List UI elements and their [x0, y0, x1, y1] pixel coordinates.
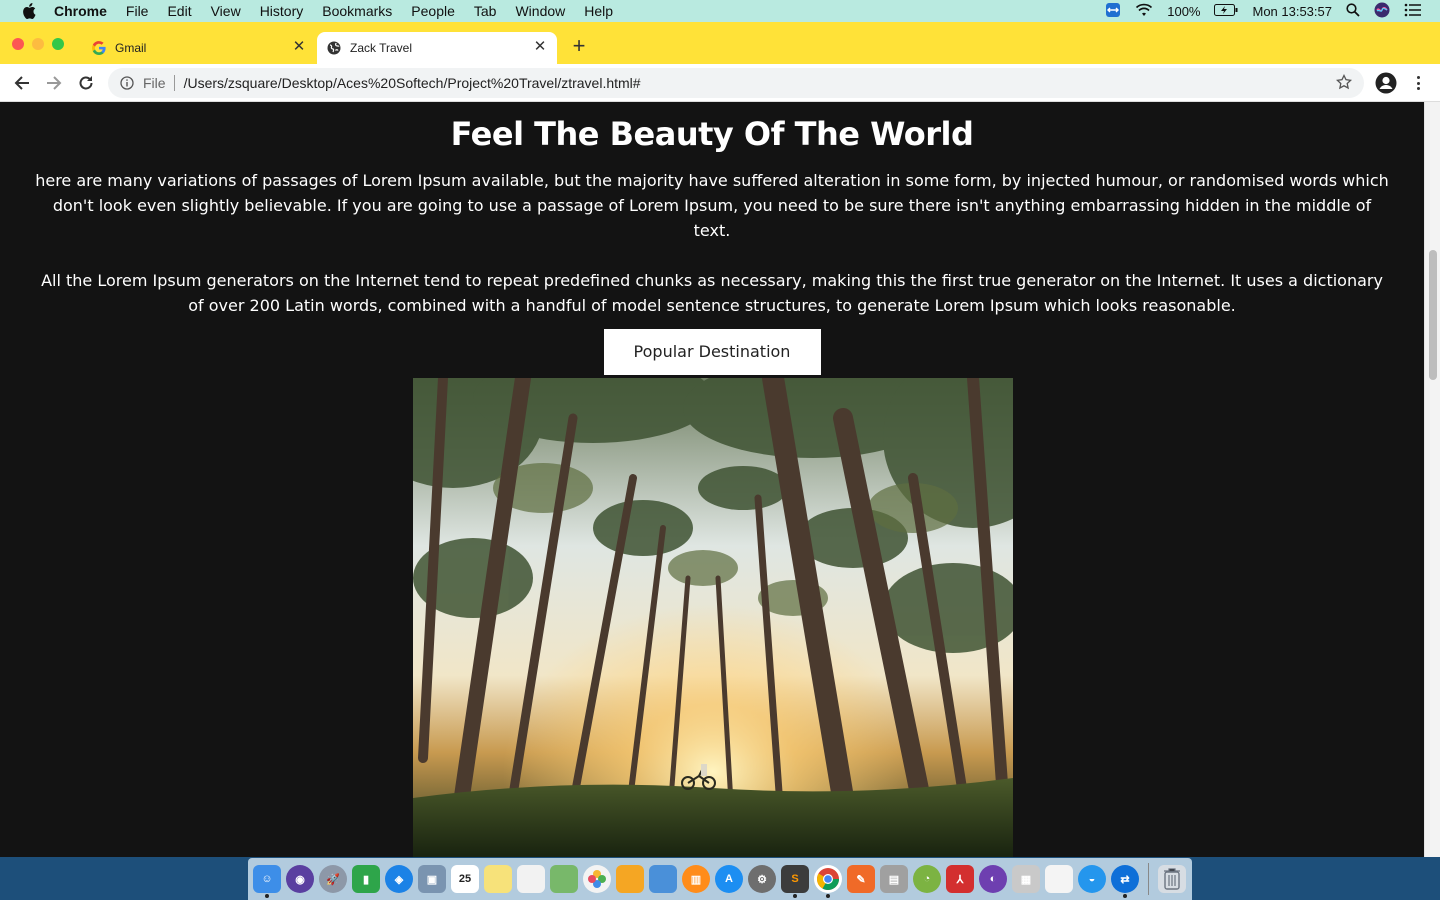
- finder-icon[interactable]: ☺: [253, 865, 281, 898]
- android-studio-icon[interactable]: ◔: [913, 865, 941, 893]
- archive-icon[interactable]: ▦: [1012, 865, 1040, 893]
- dock-divider: [1148, 863, 1149, 895]
- teamviewer-status-icon[interactable]: [1105, 2, 1121, 21]
- wifi-icon[interactable]: [1135, 3, 1153, 20]
- menu-file[interactable]: File: [126, 3, 149, 19]
- battery-percent: 100%: [1167, 3, 1201, 19]
- calendar-icon[interactable]: 25: [451, 865, 479, 893]
- new-tab-plus-icon[interactable]: +: [570, 35, 588, 57]
- macos-menubar: Chrome File Edit View History Bookmarks …: [0, 0, 1440, 22]
- safari-icon[interactable]: ◈: [385, 865, 413, 893]
- numbers-icon[interactable]: ▮: [352, 865, 380, 893]
- intro-paragraph: here are many variations of passages of …: [35, 171, 1389, 240]
- menu-window[interactable]: Window: [515, 3, 565, 19]
- apple-icon[interactable]: [20, 2, 38, 20]
- sublime-text-icon[interactable]: S: [781, 865, 809, 898]
- minimize-window-button[interactable]: [32, 38, 44, 50]
- notes-icon[interactable]: [484, 865, 512, 893]
- github-icon[interactable]: ◐: [979, 865, 1007, 893]
- reload-icon[interactable]: [76, 73, 96, 93]
- reminders-icon[interactable]: [517, 865, 545, 893]
- menu-view[interactable]: View: [211, 3, 241, 19]
- popular-destination-button[interactable]: Popular Destination: [603, 329, 821, 375]
- close-tab-icon[interactable]: ✕: [533, 39, 547, 54]
- google-icon: [91, 40, 107, 56]
- divider: [173, 75, 175, 91]
- url-scheme: File: [143, 75, 166, 91]
- forest-photo: [413, 378, 1013, 857]
- page-scrollbar[interactable]: [1424, 102, 1440, 857]
- second-paragraph: All the Lorem Ipsum generators on the In…: [41, 271, 1383, 315]
- books-icon[interactable]: ▥: [682, 865, 710, 893]
- menu-tab[interactable]: Tab: [474, 3, 497, 19]
- launchpad-icon[interactable]: 🚀: [319, 865, 347, 893]
- macos-dock: ☺ ◉ 🚀 ▮ ◈ ▣ 25 ▥ A ⚙ S ✎ ▤ ◔ ⅄ ◐ ▦ ◒ ⇄: [248, 858, 1192, 900]
- docker-icon[interactable]: ◒: [1078, 865, 1106, 893]
- back-arrow-icon[interactable]: [12, 73, 32, 93]
- tab-title: Zack Travel: [350, 41, 413, 55]
- forward-arrow-icon[interactable]: [44, 73, 64, 93]
- address-bar[interactable]: File /Users/zsquare/Desktop/Aces%20Softe…: [108, 68, 1364, 98]
- siri-icon[interactable]: [1374, 2, 1390, 21]
- tab-title: Gmail: [115, 41, 147, 55]
- web-page: Feel The Beauty Of The World here are ma…: [0, 102, 1424, 857]
- preview-icon[interactable]: ▣: [418, 865, 446, 893]
- tab-gmail[interactable]: Gmail ✕: [82, 32, 316, 64]
- globe-icon: [326, 40, 342, 56]
- keynote-icon[interactable]: [649, 865, 677, 893]
- calendar-day: 25: [458, 873, 472, 885]
- photos-icon[interactable]: [583, 865, 611, 893]
- close-tab-icon[interactable]: ✕: [292, 39, 306, 54]
- scrollbar-thumb[interactable]: [1429, 250, 1437, 380]
- menu-bookmarks[interactable]: Bookmarks: [322, 3, 392, 19]
- info-icon[interactable]: [119, 75, 135, 91]
- zoom-window-button[interactable]: [52, 38, 64, 50]
- teamviewer-icon[interactable]: ⇄: [1111, 865, 1139, 898]
- spotlight-search-icon[interactable]: [1346, 2, 1360, 20]
- menubar-status: 100% Mon 13:53:57: [1105, 0, 1422, 22]
- menu-history[interactable]: History: [260, 3, 304, 19]
- menu-edit[interactable]: Edit: [167, 3, 191, 19]
- menu-help[interactable]: Help: [584, 3, 613, 19]
- page-heading: Feel The Beauty Of The World: [450, 115, 974, 153]
- pages-icon[interactable]: [616, 865, 644, 893]
- battery-icon[interactable]: [1214, 3, 1238, 19]
- tab-strip: Gmail ✕ Zack Travel ✕ +: [0, 22, 1440, 64]
- bookmark-star-icon[interactable]: [1335, 73, 1354, 92]
- window-controls: [12, 38, 64, 50]
- url-text[interactable]: /Users/zsquare/Desktop/Aces%20Softech/Pr…: [184, 75, 641, 91]
- storyboard-icon[interactable]: ▤: [880, 865, 908, 893]
- siri-icon[interactable]: ◉: [286, 865, 314, 893]
- app-store-icon[interactable]: A: [715, 865, 743, 893]
- menubar-clock[interactable]: Mon 13:53:57: [1252, 4, 1332, 19]
- browser-toolbar: File /Users/zsquare/Desktop/Aces%20Softe…: [0, 64, 1440, 102]
- maps-icon[interactable]: [550, 865, 578, 893]
- menu-people[interactable]: People: [411, 3, 455, 19]
- textedit-icon[interactable]: [1045, 865, 1073, 893]
- notification-center-icon[interactable]: [1404, 3, 1422, 20]
- profile-avatar-icon[interactable]: [1375, 72, 1397, 94]
- close-window-button[interactable]: [12, 38, 24, 50]
- trash-icon[interactable]: [1158, 865, 1186, 893]
- pencil-icon[interactable]: ✎: [847, 865, 875, 893]
- system-preferences-icon[interactable]: ⚙: [748, 865, 776, 893]
- acrobat-icon[interactable]: ⅄: [946, 865, 974, 893]
- menu-chrome[interactable]: Chrome: [54, 3, 107, 19]
- chrome-icon[interactable]: [814, 865, 842, 898]
- more-menu-icon[interactable]: [1412, 73, 1424, 93]
- tab-zack-travel[interactable]: Zack Travel ✕: [317, 32, 557, 64]
